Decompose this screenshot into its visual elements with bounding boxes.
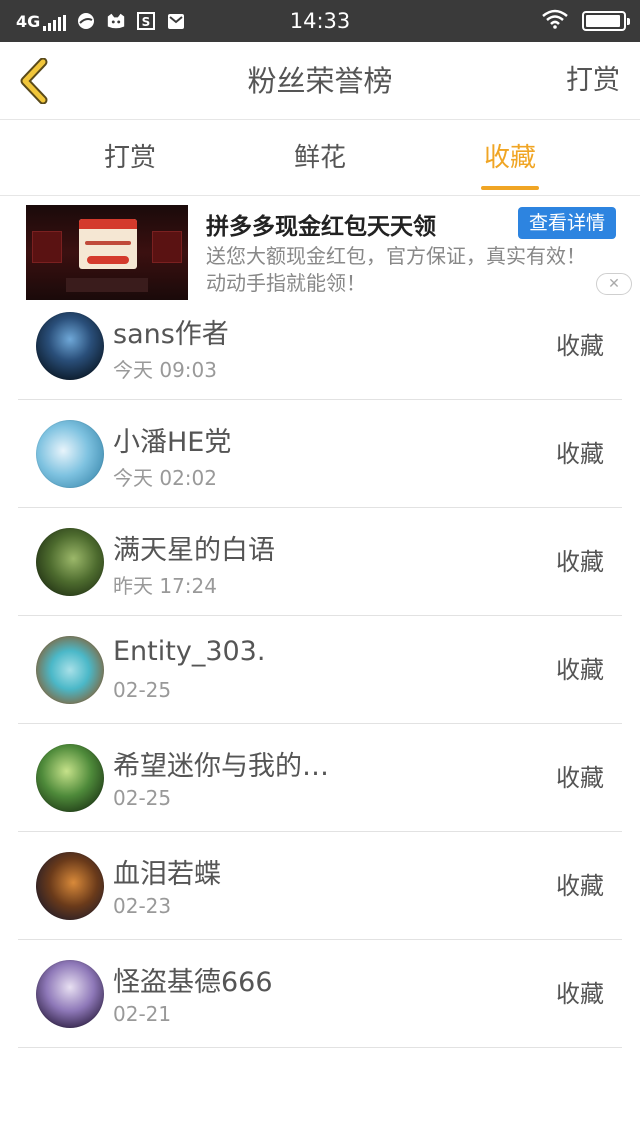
timestamp: 02-21	[113, 1002, 172, 1026]
list-item[interactable]: 怪盗基德666 02-21 收藏	[0, 940, 640, 1048]
ad-details-button[interactable]: 查看详情	[518, 207, 616, 239]
list-item[interactable]: Entity_303. 02-25 收藏	[0, 616, 640, 724]
battery-icon	[582, 11, 630, 31]
nav-bar: 粉丝荣誉榜 打赏	[0, 42, 640, 120]
action-label: 收藏	[556, 332, 604, 360]
page-title: 粉丝荣誉榜	[247, 64, 393, 98]
status-right	[542, 0, 630, 42]
action-label: 收藏	[556, 764, 604, 792]
tab-bar: 打赏 鲜花 收藏	[0, 120, 640, 196]
timestamp: 02-25	[113, 678, 172, 702]
tip-button[interactable]: 打赏	[566, 42, 620, 120]
timestamp: 02-23	[113, 894, 172, 918]
ad-image[interactable]	[26, 205, 188, 300]
user-name: 希望迷你与我的…	[113, 751, 329, 782]
battery-level	[586, 15, 621, 27]
list-item[interactable]: 满天星的白语 昨天 17:24 收藏	[0, 508, 640, 616]
ad-title: 拼多多现金红包天天领	[206, 214, 436, 240]
list-item[interactable]: 血泪若蝶 02-23 收藏	[0, 832, 640, 940]
tab-favorites[interactable]: 收藏	[450, 120, 570, 196]
tab-favorites-label: 收藏	[483, 143, 536, 173]
wifi-icon	[542, 9, 568, 33]
avatar[interactable]	[36, 744, 104, 812]
list-item[interactable]: 希望迷你与我的… 02-25 收藏	[0, 724, 640, 832]
active-tab-indicator	[481, 186, 539, 190]
user-name: 小潘HE党	[113, 427, 232, 458]
avatar[interactable]	[36, 636, 104, 704]
timestamp: 02-25	[113, 786, 172, 810]
action-label: 收藏	[556, 548, 604, 576]
avatar[interactable]	[36, 420, 104, 488]
list-item[interactable]: sans作者 今天 09:03 收藏	[0, 292, 640, 400]
action-label: 收藏	[556, 440, 604, 468]
avatar[interactable]	[36, 960, 104, 1028]
ad-description: 送您大额现金红包，官方保证，真实有效！动动手指就能领！	[206, 244, 586, 295]
tab-tip[interactable]: 打赏	[70, 120, 190, 196]
action-label: 收藏	[556, 872, 604, 900]
timestamp: 今天 09:03	[113, 358, 217, 382]
avatar[interactable]	[36, 528, 104, 596]
user-name: 怪盗基德666	[113, 967, 273, 998]
list-item[interactable]: 小潘HE党 今天 02:02 收藏	[0, 400, 640, 508]
close-icon: ✕	[608, 276, 620, 292]
user-name: 血泪若蝶	[113, 859, 221, 890]
action-label: 收藏	[556, 656, 604, 684]
avatar[interactable]	[36, 312, 104, 380]
timestamp: 昨天 17:24	[113, 574, 217, 598]
user-name: 满天星的白语	[113, 535, 275, 566]
user-name: Entity_303.	[113, 636, 266, 667]
status-bar: 4G S 14:33	[0, 0, 640, 42]
tab-flowers[interactable]: 鲜花	[260, 120, 380, 196]
user-name: sans作者	[113, 319, 229, 350]
timestamp: 今天 02:02	[113, 466, 217, 490]
action-label: 收藏	[556, 980, 604, 1008]
avatar[interactable]	[36, 852, 104, 920]
ad-banner[interactable]: 拼多多现金红包天天领 查看详情 送您大额现金红包，官方保证，真实有效！动动手指就…	[0, 197, 640, 303]
